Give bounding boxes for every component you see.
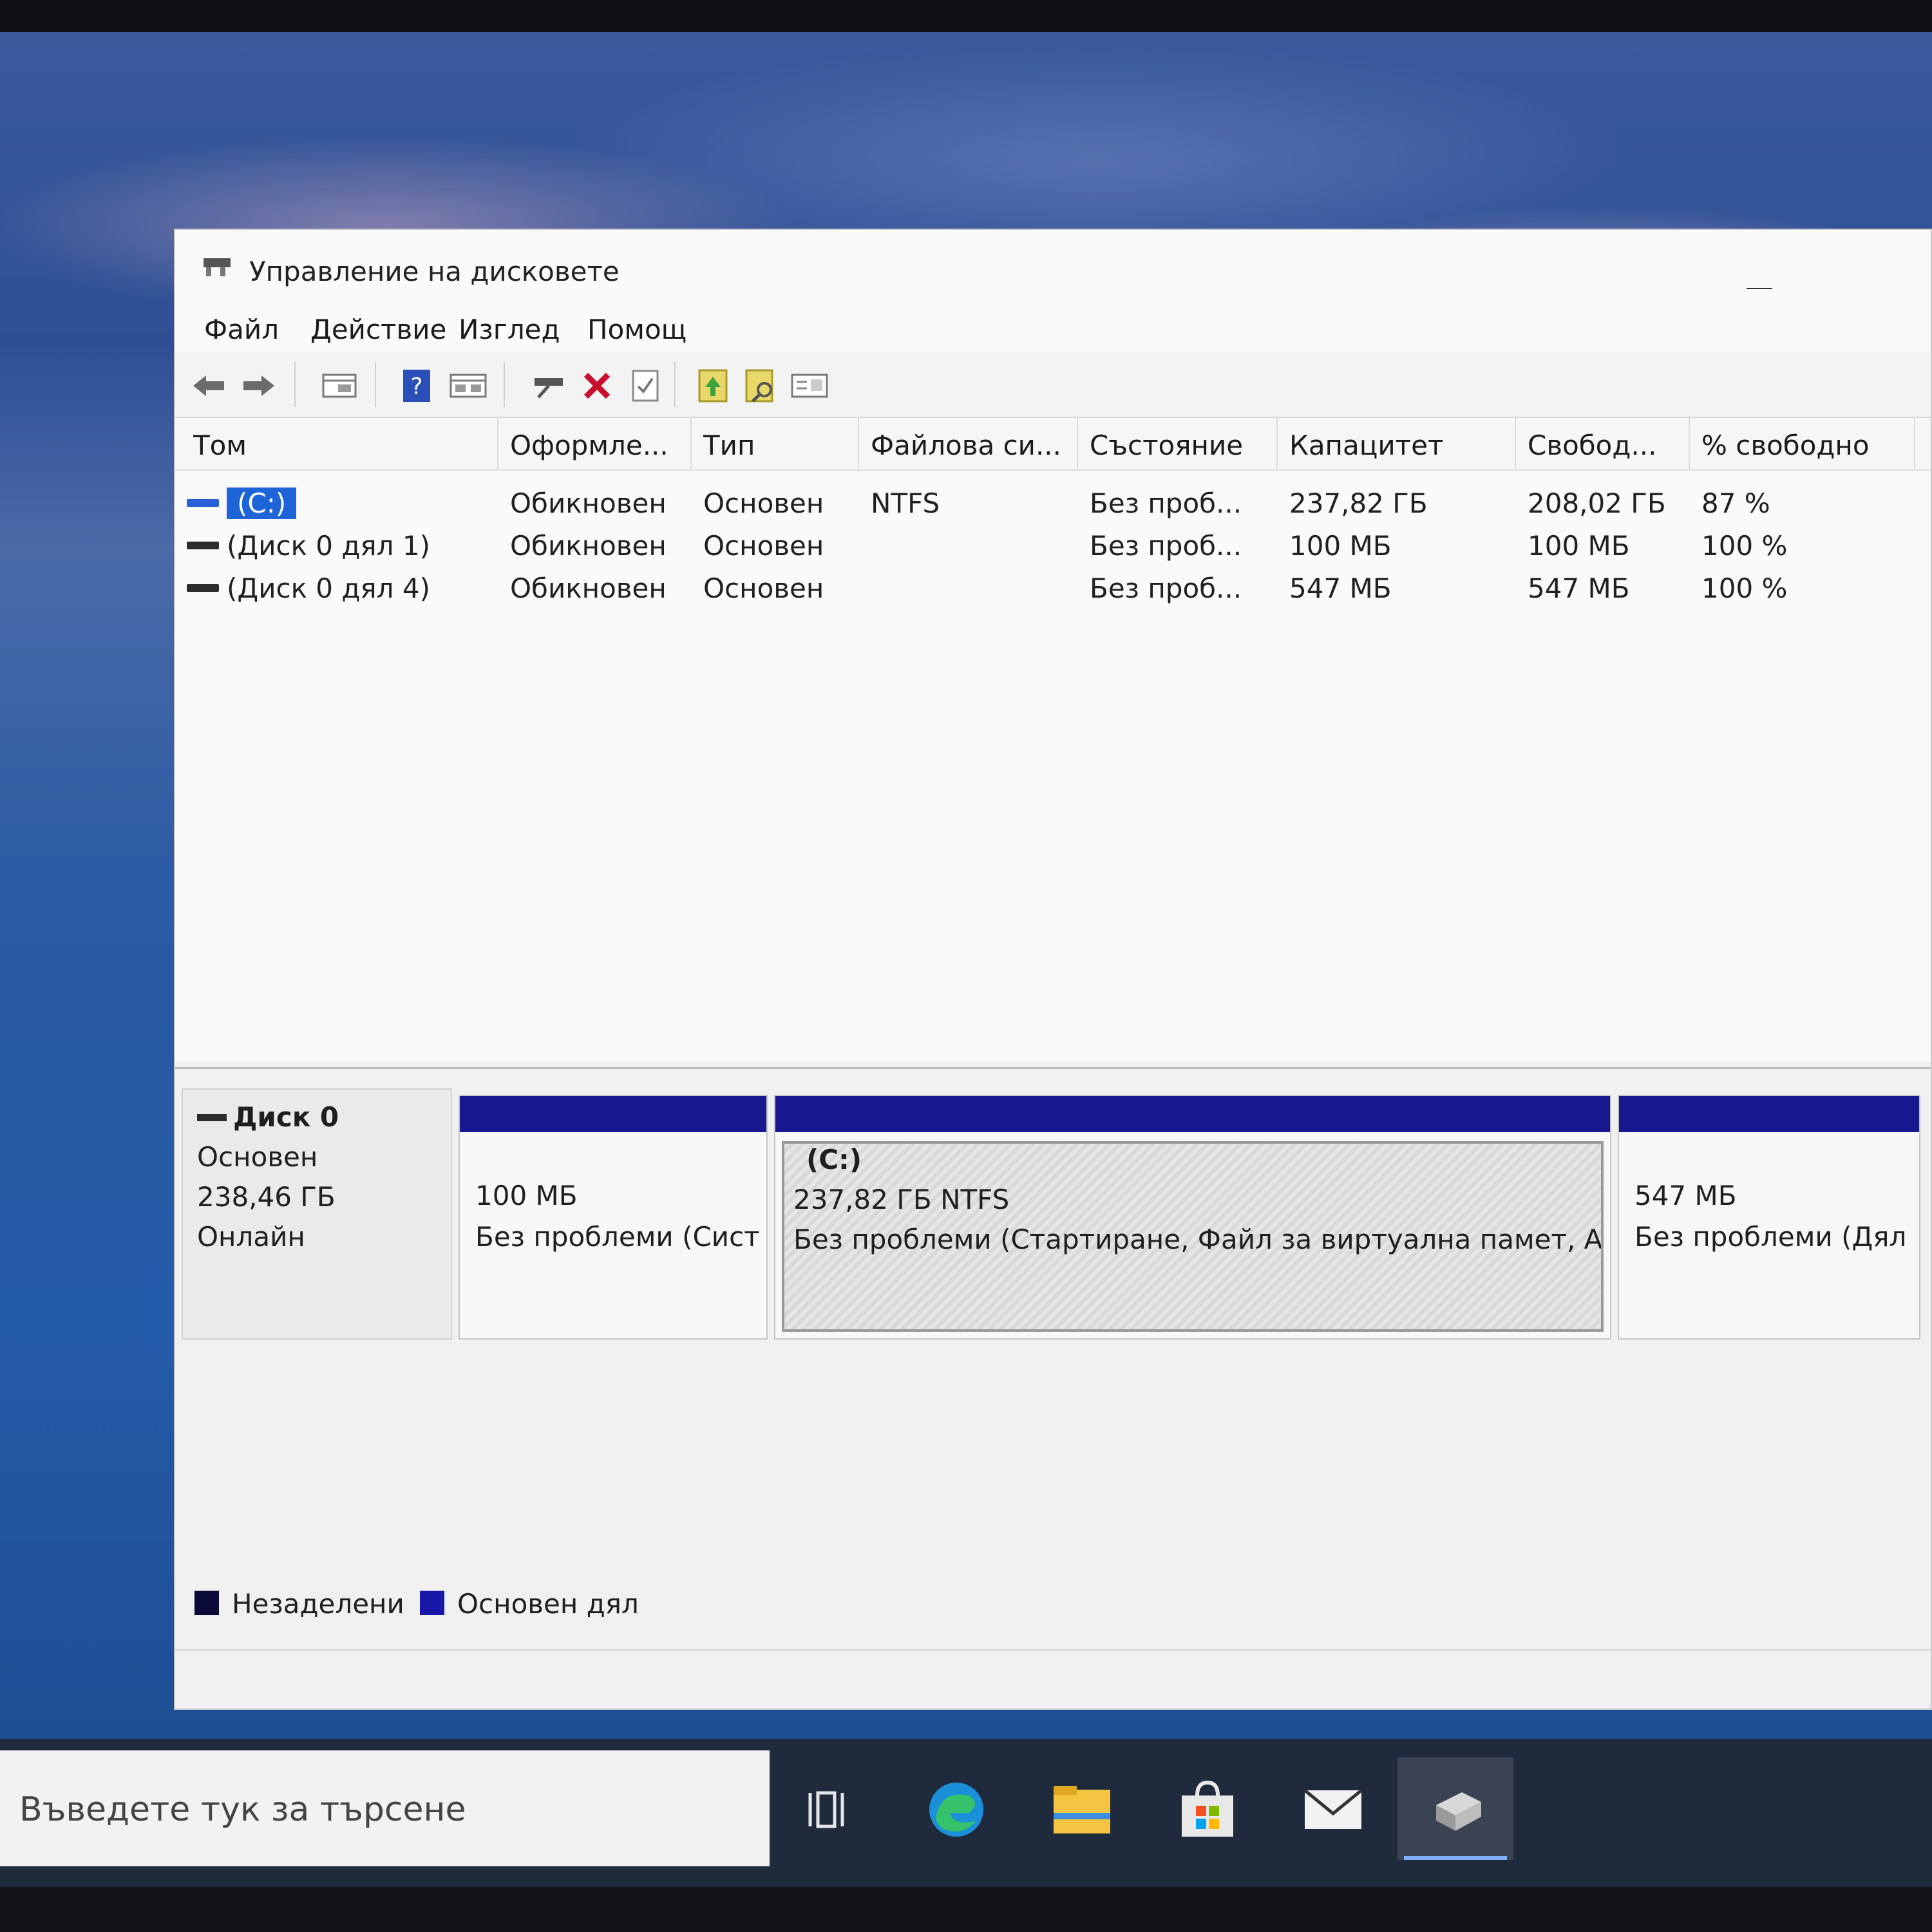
legend-primary-swatch (420, 1591, 444, 1615)
disk-icon (197, 1114, 227, 1121)
column-header-layout[interactable]: Оформле... (510, 430, 684, 461)
partition-size: 547 МБ (1634, 1180, 1737, 1211)
title-bar[interactable]: Управление на дисковете (175, 230, 1931, 337)
search-icon[interactable] (742, 366, 781, 405)
disk-management-window: Управление на дисковете Файл Действие Из… (174, 229, 1932, 1710)
free-cell: 208,02 ГБ (1528, 488, 1666, 519)
import-icon[interactable] (694, 366, 732, 405)
table-row[interactable]: (Диск 0 дял 4) Обикновен Основен Без про… (175, 567, 1931, 610)
partition-size: 100 МБ (475, 1180, 578, 1211)
graphical-disk-view: Диск 0 Основен 238,46 ГБ Онлайн 100 МБ Б… (175, 1067, 1931, 1649)
layout-cell: Обикновен (510, 488, 667, 519)
capacity-cell: 100 МБ (1289, 530, 1392, 562)
minimize-button[interactable] (1747, 275, 1772, 301)
partition-bar (1619, 1096, 1919, 1132)
partition-size: 237,82 ГБ NTFS (793, 1184, 1010, 1215)
layout-cell: Обикновен (510, 573, 667, 604)
type-cell: Основен (703, 530, 824, 562)
volume-name: (C:) (227, 488, 297, 519)
column-header-status[interactable]: Състояние (1090, 430, 1270, 461)
check-icon[interactable] (626, 366, 665, 405)
table-row[interactable]: (Диск 0 дял 1) Обикновен Основен Без про… (175, 525, 1931, 567)
help-icon[interactable]: ? (397, 366, 436, 405)
menu-bar: Файл Действие Изглед Помощ (175, 301, 1931, 352)
volume-list: Том Оформле... Тип Файлова си... Състоян… (175, 418, 1931, 1062)
type-cell: Основен (703, 573, 824, 604)
percent-free-cell: 100 % (1701, 530, 1788, 562)
legend-unallocated-swatch (194, 1591, 219, 1615)
disk-0-info[interactable]: Диск 0 Основен 238,46 ГБ Онлайн (182, 1088, 452, 1340)
task-view-icon[interactable] (786, 1765, 876, 1855)
layout-cell: Обикновен (510, 530, 667, 562)
volume-icon (187, 542, 219, 549)
taskbar: Въведете тук за търсене (0, 1739, 1932, 1887)
svg-text:?: ? (410, 374, 422, 400)
properties-pane-icon[interactable] (449, 366, 488, 405)
volume-icon (187, 499, 219, 507)
mail-icon[interactable] (1288, 1765, 1378, 1855)
legend-primary-label: Основен дял (457, 1588, 639, 1620)
status-cell: Без проб... (1090, 488, 1242, 519)
partition-body: 547 МБ Без проблеми (Дял за в (1625, 1141, 1913, 1332)
disk-management-icon[interactable] (1397, 1757, 1513, 1860)
store-icon[interactable] (1162, 1765, 1253, 1855)
column-header-percent-free[interactable]: % свободно (1701, 430, 1914, 461)
column-header-volume[interactable]: Том (193, 430, 483, 461)
column-headers: Том Оформле... Тип Файлова си... Състоян… (175, 418, 1931, 471)
disk-size: 238,46 ГБ (197, 1181, 336, 1213)
partition-body-selected: (C:) 237,82 ГБ NTFS Без проблеми (Старти… (782, 1141, 1604, 1332)
window-title: Управление на дисковете (249, 256, 620, 287)
type-cell: Основен (703, 488, 824, 519)
settings-panel-icon[interactable] (790, 366, 829, 405)
partition-label: (C:) (806, 1144, 862, 1175)
console-tree-icon[interactable] (320, 366, 359, 405)
legend-unallocated-label: Незаделени (232, 1588, 404, 1620)
disk-name: Диск 0 (233, 1101, 339, 1133)
partition-status: Без проблеми (Сист (475, 1221, 760, 1253)
volume-icon (187, 584, 219, 592)
edge-icon[interactable] (911, 1765, 1001, 1855)
partition-status: Без проблеми (Стартиране, Файл за виртуа… (793, 1224, 1604, 1255)
partition-system[interactable]: 100 МБ Без проблеми (Сист (459, 1095, 768, 1340)
table-row[interactable]: (C:) Обикновен Основен NTFS Без проб... … (175, 482, 1931, 525)
back-arrow-icon[interactable] (189, 366, 228, 405)
column-header-free[interactable]: Свобод... (1528, 430, 1682, 461)
free-cell: 547 МБ (1528, 573, 1630, 604)
delete-icon[interactable] (578, 366, 616, 405)
file-explorer-icon[interactable] (1037, 1765, 1127, 1855)
volume-name: (Диск 0 дял 1) (227, 530, 430, 562)
connect-drive-icon[interactable] (529, 366, 568, 405)
menu-help[interactable]: Помощ (587, 314, 687, 345)
disk-type: Основен (197, 1141, 318, 1173)
menu-action[interactable]: Действие (310, 314, 446, 345)
partition-bar (775, 1096, 1610, 1132)
status-cell: Без проб... (1090, 573, 1242, 604)
capacity-cell: 547 МБ (1289, 573, 1392, 604)
column-header-capacity[interactable]: Капацитет (1289, 430, 1508, 461)
status-cell: Без проб... (1090, 530, 1242, 562)
partition-status: Без проблеми (Дял за в (1634, 1221, 1913, 1253)
partition-bar (460, 1096, 766, 1132)
menu-file[interactable]: Файл (204, 314, 279, 345)
partition-body: 100 МБ Без проблеми (Сист (466, 1141, 760, 1332)
volume-name: (Диск 0 дял 4) (227, 573, 430, 604)
status-bar (175, 1649, 1931, 1709)
column-header-type[interactable]: Тип (703, 430, 851, 461)
toolbar: ? (175, 352, 1931, 418)
search-box[interactable]: Въведете тук за търсене (0, 1750, 770, 1866)
search-placeholder: Въведете тук за търсене (19, 1790, 466, 1829)
partition-c[interactable]: (C:) 237,82 ГБ NTFS Без проблеми (Старти… (774, 1095, 1611, 1340)
disk-state: Онлайн (197, 1221, 305, 1253)
capacity-cell: 237,82 ГБ (1289, 488, 1428, 519)
filesystem-cell: NTFS (871, 488, 940, 519)
column-header-filesystem[interactable]: Файлова си... (871, 430, 1070, 461)
forward-arrow-icon[interactable] (240, 366, 278, 405)
percent-free-cell: 87 % (1701, 488, 1770, 519)
free-cell: 100 МБ (1528, 530, 1630, 562)
screen-bezel (0, 1887, 1932, 1932)
percent-free-cell: 100 % (1701, 573, 1788, 604)
menu-view[interactable]: Изглед (459, 314, 560, 345)
partition-recovery[interactable]: 547 МБ Без проблеми (Дял за в (1618, 1095, 1920, 1340)
disk-management-app-icon (204, 258, 231, 276)
